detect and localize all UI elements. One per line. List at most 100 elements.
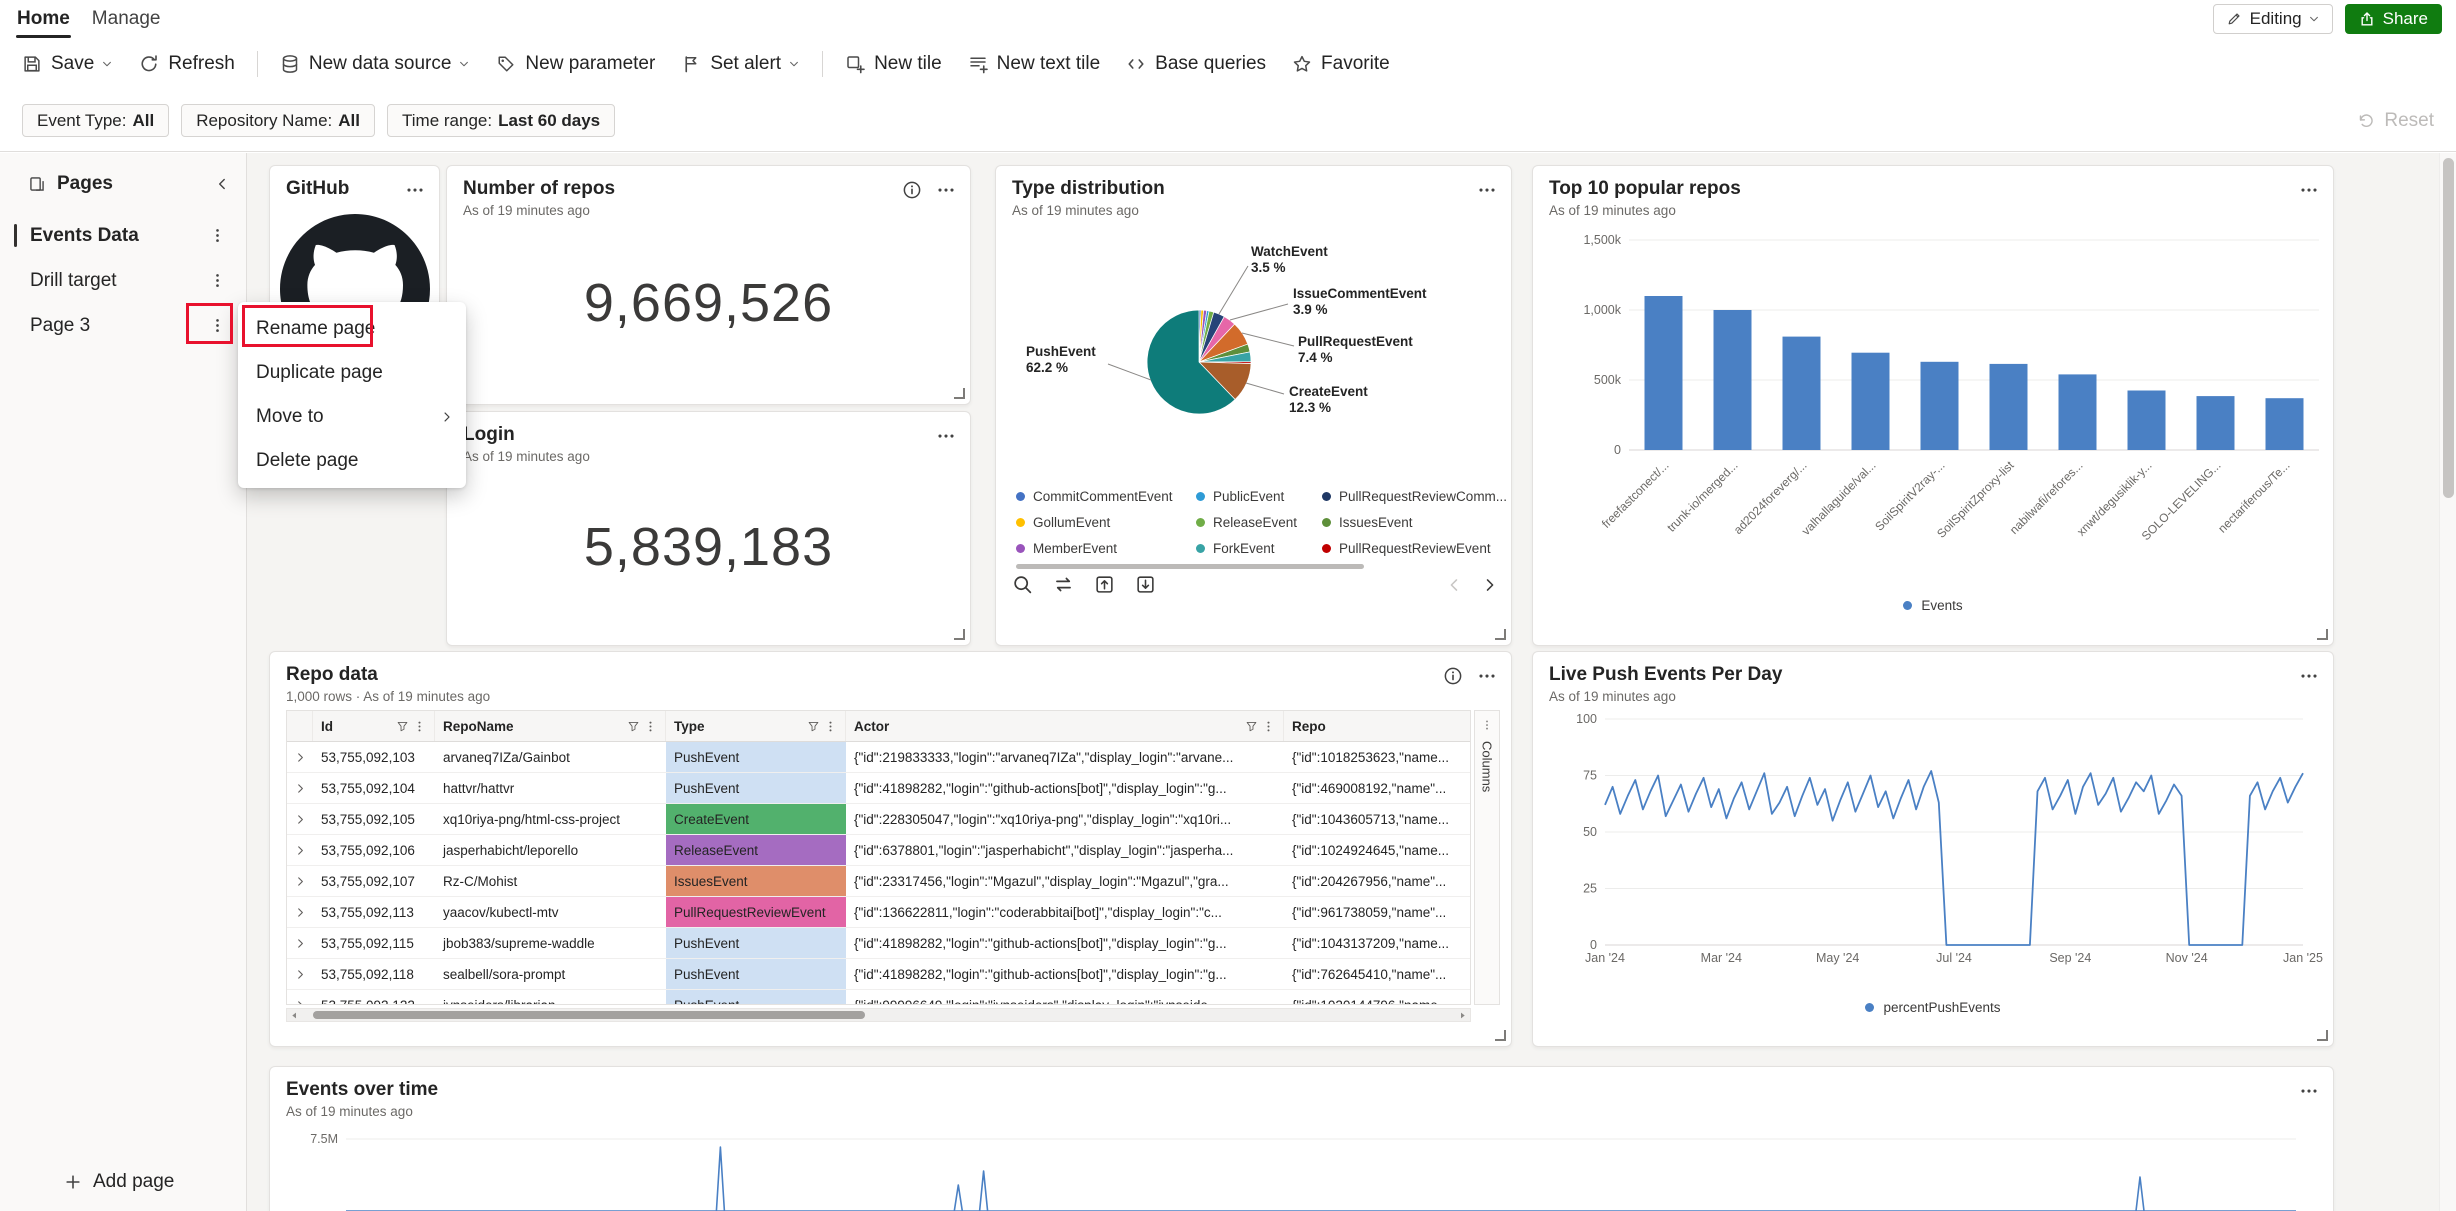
toolbar-label: New data source bbox=[309, 53, 452, 75]
toolbar-button-favorite[interactable]: Favorite bbox=[1280, 44, 1402, 84]
info-icon[interactable] bbox=[902, 180, 922, 200]
tab-manage[interactable]: Manage bbox=[81, 0, 172, 38]
column-header-id[interactable]: Id bbox=[313, 711, 435, 741]
row-expander[interactable] bbox=[287, 928, 313, 958]
sidebar-item-events-data[interactable]: Events Data bbox=[0, 213, 246, 258]
callout-label: IssueCommentEvent bbox=[1293, 286, 1427, 302]
move-down-icon[interactable] bbox=[1135, 574, 1156, 595]
scroll-right-icon[interactable] bbox=[1457, 1010, 1468, 1021]
toolbar-button-base-queries[interactable]: Base queries bbox=[1114, 44, 1278, 84]
row-expander[interactable] bbox=[287, 835, 313, 865]
grip-icon bbox=[1481, 719, 1493, 731]
table-row: 53,755,092,106jasperhabicht/leporelloRel… bbox=[287, 835, 1470, 866]
editing-mode-button[interactable]: Editing bbox=[2213, 4, 2333, 34]
filter-pill-repository-name[interactable]: Repository Name:All bbox=[181, 104, 375, 137]
column-menu-icon[interactable] bbox=[1262, 720, 1275, 733]
toolbar-button-refresh[interactable]: Refresh bbox=[127, 44, 247, 84]
resize-handle[interactable] bbox=[1495, 629, 1506, 640]
resize-handle[interactable] bbox=[954, 388, 965, 399]
row-expander[interactable] bbox=[287, 773, 313, 803]
legend-dot bbox=[1016, 492, 1025, 501]
column-label: Type bbox=[674, 719, 705, 734]
columns-panel[interactable]: Columns bbox=[1474, 710, 1500, 1005]
cell-type: IssuesEvent bbox=[666, 866, 846, 896]
filter-icon[interactable] bbox=[1245, 720, 1258, 733]
row-expander[interactable] bbox=[287, 897, 313, 927]
sidebar-item-drill-target[interactable]: Drill target bbox=[0, 258, 246, 303]
more-icon[interactable] bbox=[2299, 1081, 2319, 1101]
toolbar-button-new-data-source[interactable]: New data source bbox=[268, 44, 483, 84]
column-menu-icon[interactable] bbox=[824, 720, 837, 733]
filter-pill-time-range[interactable]: Time range:Last 60 days bbox=[387, 104, 615, 137]
column-header-type[interactable]: Type bbox=[666, 711, 846, 741]
scroll-left-icon[interactable] bbox=[289, 1010, 300, 1021]
collapse-sidebar-button[interactable] bbox=[214, 176, 230, 192]
row-expander[interactable] bbox=[287, 866, 313, 896]
more-icon[interactable] bbox=[936, 180, 956, 200]
toolbar-button-save[interactable]: Save bbox=[10, 44, 125, 84]
column-header-actor[interactable]: Actor bbox=[846, 711, 1284, 741]
toolbar-button-new-text-tile[interactable]: New text tile bbox=[956, 44, 1112, 84]
menu-item-delete-page[interactable]: Delete page bbox=[238, 439, 466, 483]
filter-icon[interactable] bbox=[627, 720, 640, 733]
cell-repo: {"id":204267956,"name"... bbox=[1284, 866, 1471, 896]
legend-scrollbar[interactable] bbox=[1016, 564, 1364, 569]
column-menu-icon[interactable] bbox=[413, 720, 426, 733]
column-menu-icon[interactable] bbox=[644, 720, 657, 733]
tab-home[interactable]: Home bbox=[6, 0, 81, 38]
menu-item-move-to[interactable]: Move to bbox=[238, 395, 466, 439]
more-icon[interactable] bbox=[1477, 666, 1497, 686]
filter-icon[interactable] bbox=[807, 720, 820, 733]
column-header-repo[interactable]: Repo bbox=[1284, 711, 1471, 741]
svg-text:Nov '24: Nov '24 bbox=[2166, 951, 2208, 965]
more-icon[interactable] bbox=[2299, 180, 2319, 200]
resize-handle[interactable] bbox=[2317, 1030, 2328, 1041]
kebab-menu-icon[interactable] bbox=[205, 313, 230, 338]
reset-button[interactable]: Reset bbox=[2357, 110, 2434, 132]
toolbar-button-new-parameter[interactable]: New parameter bbox=[484, 44, 667, 84]
resize-handle[interactable] bbox=[2317, 629, 2328, 640]
partial-line-chart: 7.5M bbox=[286, 1117, 2319, 1211]
page-previous-icon[interactable] bbox=[1445, 576, 1463, 594]
row-expander[interactable] bbox=[287, 990, 313, 1005]
info-icon[interactable] bbox=[1443, 666, 1463, 686]
more-icon[interactable] bbox=[405, 180, 425, 200]
cell-actor: {"id":6378801,"login":"jasperhabicht","d… bbox=[846, 835, 1284, 865]
filter-icon[interactable] bbox=[396, 720, 409, 733]
cell-id: 53,755,092,122 bbox=[313, 990, 435, 1005]
share-button[interactable]: Share bbox=[2345, 4, 2442, 34]
scrollbar-thumb[interactable] bbox=[2443, 158, 2454, 498]
row-expander[interactable] bbox=[287, 804, 313, 834]
toolbar-button-set-alert[interactable]: Set alert bbox=[669, 44, 812, 84]
menu-item-duplicate-page[interactable]: Duplicate page bbox=[238, 351, 466, 395]
row-expander[interactable] bbox=[287, 742, 313, 772]
vertical-scrollbar[interactable] bbox=[2439, 153, 2456, 1211]
add-page-button[interactable]: Add page bbox=[64, 1171, 174, 1193]
more-icon[interactable] bbox=[936, 426, 956, 446]
table-horizontal-scrollbar[interactable] bbox=[286, 1008, 1471, 1022]
kebab-menu-icon[interactable] bbox=[205, 223, 230, 248]
table-row: 53,755,092,103arvaneq7IZa/GainbotPushEve… bbox=[287, 742, 1470, 773]
sidebar-item-page-3[interactable]: Page 3 bbox=[0, 303, 246, 348]
toolbar-button-new-tile[interactable]: New tile bbox=[833, 44, 954, 84]
scrollbar-thumb[interactable] bbox=[313, 1011, 865, 1019]
search-icon[interactable] bbox=[1012, 574, 1033, 595]
filter-pill-event-type[interactable]: Event Type:All bbox=[22, 104, 169, 137]
menu-item-rename-page[interactable]: Rename page bbox=[238, 307, 466, 351]
move-up-icon[interactable] bbox=[1094, 574, 1115, 595]
column-header-reponame[interactable]: RepoName bbox=[435, 711, 666, 741]
callout-value: 3.9 % bbox=[1293, 302, 1427, 318]
cell-actor: {"id":136622811,"login":"coderabbitai[bo… bbox=[846, 897, 1284, 927]
resize-handle[interactable] bbox=[954, 629, 965, 640]
resize-handle[interactable] bbox=[1495, 1030, 1506, 1041]
filter-label: Time range: bbox=[402, 111, 492, 131]
more-icon[interactable] bbox=[2299, 666, 2319, 686]
swap-icon[interactable] bbox=[1053, 574, 1074, 595]
kebab-menu-icon[interactable] bbox=[205, 268, 230, 293]
page-label: Page 3 bbox=[30, 315, 90, 337]
cell-repo_name: arvaneq7IZa/Gainbot bbox=[435, 742, 666, 772]
more-icon[interactable] bbox=[1477, 180, 1497, 200]
page-next-icon[interactable] bbox=[1481, 576, 1499, 594]
row-expander[interactable] bbox=[287, 959, 313, 989]
tile-live-push: Live Push Events Per Day As of 19 minute… bbox=[1532, 651, 2334, 1047]
